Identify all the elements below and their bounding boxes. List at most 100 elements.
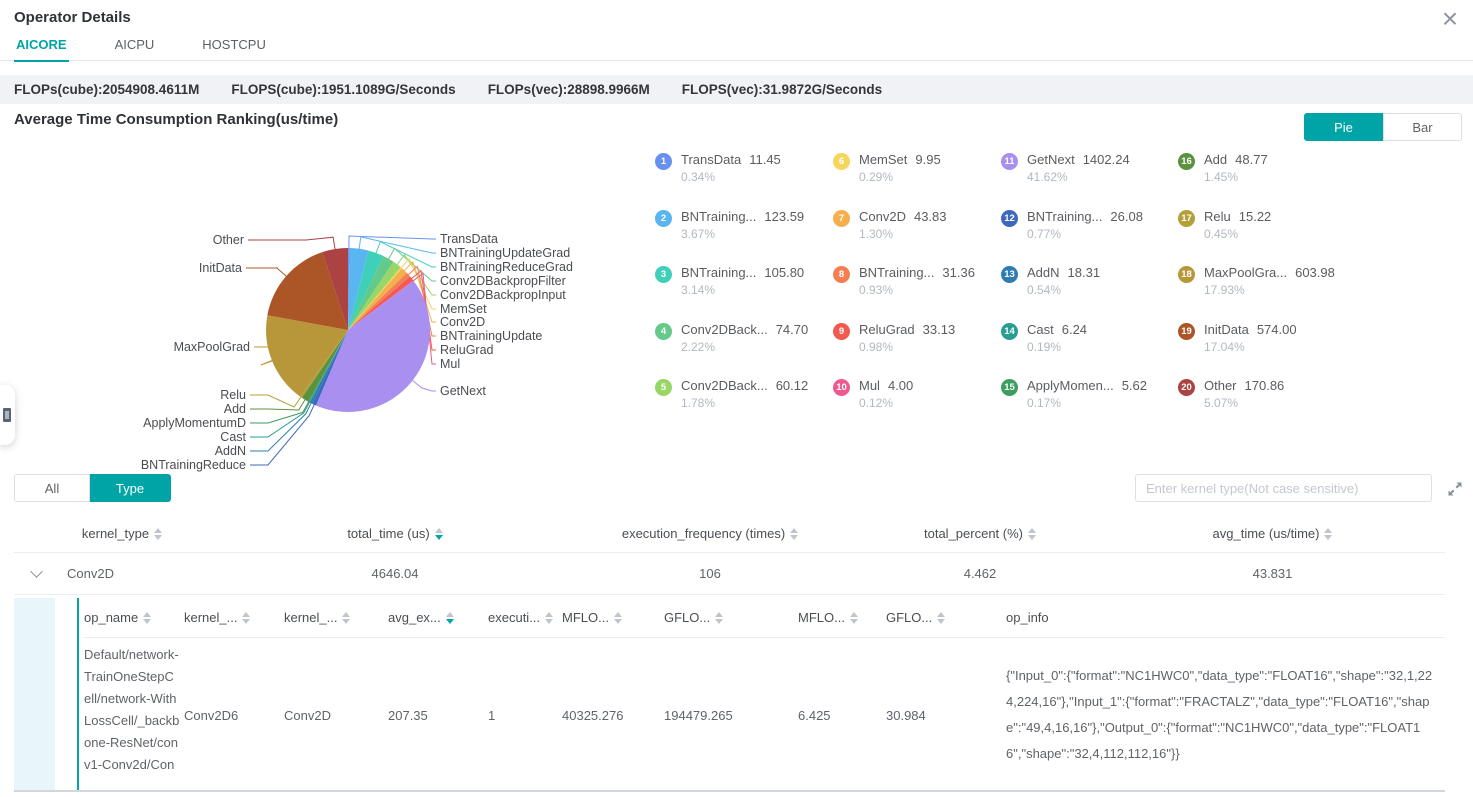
kernel-cell-value: 4646.04: [371, 566, 419, 581]
sort-caret-icon[interactable]: [143, 611, 152, 624]
kernel-header-0[interactable]: kernel_type: [14, 526, 230, 541]
sort-caret-icon[interactable]: [715, 611, 724, 624]
legend-rank-badge: 4: [655, 322, 672, 340]
filter-all-button[interactable]: All: [14, 474, 90, 502]
legend-item-AddN[interactable]: 13 AddN 18.31 0.54%: [1001, 265, 1178, 322]
legend-op-name: BNTraining...: [1027, 208, 1103, 224]
sort-caret-icon[interactable]: [849, 611, 858, 624]
detail-cell-2: Conv2D: [284, 708, 388, 723]
legend-item-InitData[interactable]: 19 InitData 574.00 17.04%: [1178, 322, 1348, 379]
legend-label-line: GetNext 1402.24: [1027, 152, 1130, 167]
sort-desc-arrow: [1324, 534, 1333, 540]
sort-caret-icon[interactable]: [154, 527, 163, 540]
legend-item-Conv2D[interactable]: 7 Conv2D 43.83 1.30%: [833, 209, 1001, 266]
pie-label-BNTrainingUpdate: BNTrainingUpdate: [440, 329, 542, 343]
close-button[interactable]: ×: [1435, 4, 1465, 34]
detail-header-7[interactable]: MFLO...: [798, 610, 886, 625]
detail-header-6[interactable]: GFLO...: [664, 610, 798, 625]
flops-stat-0: FLOPs(cube):2054908.4611M: [14, 82, 200, 97]
legend-rank-badge: 13: [1001, 266, 1018, 283]
sort-caret-icon[interactable]: [242, 611, 251, 624]
panel-toggle-handle[interactable]: [0, 385, 15, 445]
legend-item-Relu[interactable]: 17 Relu 15.22 0.45%: [1178, 209, 1348, 266]
legend-label-line: Other 170.86: [1204, 378, 1284, 393]
detail-table-row[interactable]: Default/network-TrainOneStepCell/network…: [84, 638, 1445, 790]
detail-header-5[interactable]: MFLO...: [562, 610, 664, 625]
kernel-cell-0: Conv2D: [14, 565, 230, 581]
legend-rank-badge: 2: [655, 209, 672, 227]
legend-op-value: 26.08: [1110, 208, 1143, 224]
sort-caret-icon[interactable]: [937, 611, 946, 624]
legend-item-Conv2DBackpropFilter[interactable]: 4 Conv2DBack... 74.70 2.22%: [655, 322, 833, 379]
legend-item-Cast[interactable]: 14 Cast 6.24 0.19%: [1001, 322, 1178, 379]
detail-header-0[interactable]: op_name: [84, 610, 184, 625]
legend-item-Conv2DBackpropInput[interactable]: 5 Conv2DBack... 60.12 1.78%: [655, 378, 833, 435]
legend-texts: BNTraining... 31.36 0.93%: [859, 265, 975, 297]
filter-type-button[interactable]: Type: [90, 474, 171, 502]
kernel-type-search-input[interactable]: [1135, 474, 1432, 502]
detail-header-9[interactable]: op_info: [1006, 610, 1445, 625]
sort-caret-icon[interactable]: [790, 527, 799, 540]
sort-caret-icon[interactable]: [445, 611, 454, 624]
legend-label-line: BNTraining... 105.80: [681, 265, 804, 280]
legend-op-value: 18.31: [1067, 265, 1101, 280]
legend-op-percent: 41.62%: [1027, 170, 1068, 184]
tab-bar: AICORE AICPU HOSTCPU: [0, 33, 1473, 62]
sort-desc-arrow: [154, 534, 163, 540]
detail-header-3[interactable]: avg_ex...: [388, 610, 488, 625]
legend-item-BNTrainingReduce[interactable]: 12 BNTraining... 26.08 0.77%: [1001, 209, 1178, 266]
detail-header-label: avg_ex...: [388, 610, 441, 625]
detail-cell-value: 6.425: [798, 707, 831, 723]
legend-texts: Relu 15.22 0.45%: [1204, 209, 1271, 241]
legend-item-Add[interactable]: 16 Add 48.77 1.45%: [1178, 152, 1348, 209]
kernel-header-3[interactable]: total_percent (%): [860, 526, 1100, 541]
detail-header-2[interactable]: kernel_...: [284, 610, 388, 625]
legend-item-ApplyMomentumD[interactable]: 15 ApplyMomen... 5.62 0.17%: [1001, 378, 1178, 435]
sort-caret-icon[interactable]: [1028, 527, 1036, 540]
pie-chart[interactable]: TransDataBNTrainingUpdateGradBNTrainingR…: [0, 150, 660, 480]
legend-label-line: Conv2D 43.83: [859, 209, 947, 224]
tab-aicore[interactable]: AICORE: [14, 33, 69, 62]
legend-op-percent: 17.93%: [1204, 283, 1245, 297]
detail-header-1[interactable]: kernel_...: [184, 610, 284, 625]
sort-caret-icon[interactable]: [342, 611, 351, 624]
detail-cell-value: 40325.276: [562, 707, 624, 723]
fullscreen-icon[interactable]: [1446, 480, 1464, 498]
legend-item-BNTrainingReduceGrad[interactable]: 3 BNTraining... 105.80 3.14%: [655, 265, 833, 322]
kernel-header-label: kernel_type: [81, 526, 150, 541]
chart-mode-bar-button[interactable]: Bar: [1383, 113, 1462, 141]
kernel-table-row[interactable]: Conv2D 4646.04 106 4.462 43.831: [14, 553, 1445, 595]
tab-aicpu[interactable]: AICPU: [113, 33, 157, 60]
pie-label-Conv2DBackpropInput: Conv2DBackpropInput: [440, 288, 566, 302]
chart-mode-pie-button[interactable]: Pie: [1304, 113, 1383, 141]
tab-hostcpu[interactable]: HOSTCPU: [200, 33, 268, 60]
sort-caret-icon[interactable]: [434, 527, 443, 540]
legend-item-Other[interactable]: 20 Other 170.86 5.07%: [1178, 378, 1348, 435]
sort-caret-icon[interactable]: [545, 611, 554, 624]
legend-item-GetNext[interactable]: 11 GetNext 1402.24 41.62%: [1001, 152, 1178, 209]
detail-header-4[interactable]: executi...: [488, 610, 562, 625]
sort-asc-arrow: [1028, 527, 1036, 533]
kernel-header-1[interactable]: total_time (us): [230, 526, 560, 541]
pie-label-GetNext: GetNext: [440, 384, 486, 398]
sort-caret-icon[interactable]: [1324, 527, 1333, 540]
legend-texts: GetNext 1402.24 41.62%: [1027, 152, 1130, 184]
legend-item-MemSet[interactable]: 6 MemSet 9.95 0.29%: [833, 152, 1001, 209]
legend-rank-badge: 11: [1001, 153, 1018, 170]
legend-texts: BNTraining... 123.59 3.67%: [681, 209, 804, 241]
row-expand-chevron-icon[interactable]: [30, 565, 43, 578]
legend-item-BNTrainingUpdate[interactable]: 8 BNTraining... 31.36 0.93%: [833, 265, 1001, 322]
kernel-header-4[interactable]: avg_time (us/time): [1100, 526, 1445, 541]
legend-op-value: 60.12: [775, 378, 809, 393]
detail-header-label: op_name: [84, 610, 139, 625]
legend-item-TransData[interactable]: 1 TransData 11.45 0.34%: [655, 152, 833, 209]
detail-header-8[interactable]: GFLO...: [886, 610, 1006, 625]
kernel-header-2[interactable]: execution_frequency (times): [560, 526, 860, 541]
legend-item-MaxPoolGrad[interactable]: 18 MaxPoolGra... 603.98 17.93%: [1178, 265, 1348, 322]
legend-item-BNTrainingUpdateGrad[interactable]: 2 BNTraining... 123.59 3.67%: [655, 209, 833, 266]
legend-op-value: 6.24: [1061, 321, 1088, 337]
legend-op-percent: 0.77%: [1027, 226, 1062, 241]
legend-item-Mul[interactable]: 10 Mul 4.00 0.12%: [833, 378, 1001, 435]
sort-caret-icon[interactable]: [613, 611, 622, 624]
legend-item-ReluGrad[interactable]: 9 ReluGrad 33.13 0.98%: [833, 322, 1001, 379]
